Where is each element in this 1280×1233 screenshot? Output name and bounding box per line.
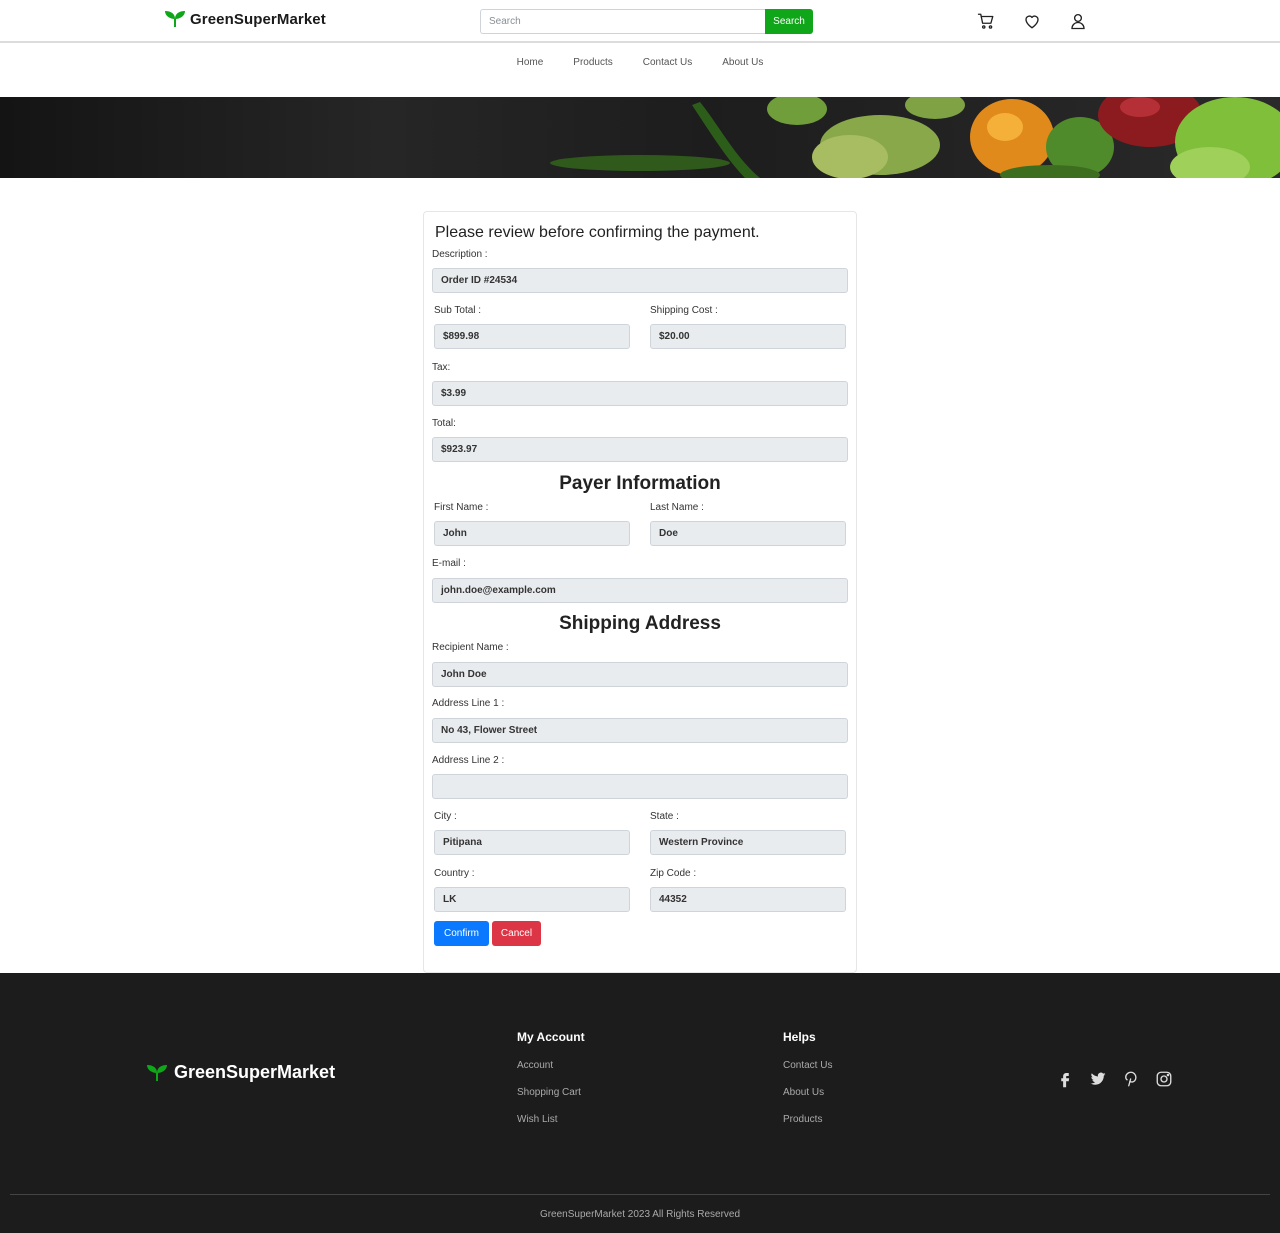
nav-home[interactable]: Home: [502, 57, 559, 68]
first-name-field[interactable]: John: [434, 521, 630, 546]
my-account-heading: My Account: [517, 1030, 585, 1044]
address-line-1-label: Address Line 1 :: [432, 698, 505, 709]
helps-heading: Helps: [783, 1030, 816, 1044]
footer-brand-name: GreenSuperMarket: [174, 1062, 336, 1082]
copyright-text: GreenSuperMarket 2023 All Rights Reserve…: [539, 1209, 741, 1220]
tax-field[interactable]: $3.99: [432, 381, 848, 406]
address-line-2-label: Address Line 2 :: [432, 755, 505, 766]
cart-icon[interactable]: [977, 12, 995, 30]
subtotal-label: Sub Total :: [434, 305, 482, 316]
top-header: GreenSuperMarket Search: [0, 0, 1280, 43]
social-links: [1056, 1070, 1173, 1088]
total-label: Total:: [432, 418, 456, 429]
search-button[interactable]: Search: [765, 9, 813, 34]
brand-name: GreenSuperMarket: [190, 10, 326, 28]
leaf-logo-icon: [165, 11, 185, 27]
search-input[interactable]: [480, 9, 765, 34]
facebook-icon[interactable]: [1056, 1070, 1074, 1088]
email-field[interactable]: john.doe@example.com: [432, 578, 848, 603]
state-label: State :: [650, 811, 679, 822]
footer-link-about-us[interactable]: About Us: [783, 1087, 832, 1098]
footer-brand[interactable]: GreenSuperMarket: [146, 1062, 335, 1083]
vegetables-banner-image: [550, 97, 1280, 178]
leaf-logo-icon: [147, 1064, 167, 1081]
city-label: City :: [434, 811, 457, 822]
description-label: Description :: [432, 249, 488, 260]
recipient-name-label: Recipient Name :: [432, 642, 509, 653]
confirm-button[interactable]: Confirm: [434, 921, 489, 946]
first-name-label: First Name :: [434, 502, 489, 513]
review-title: Please review before confirming the paym…: [435, 224, 760, 241]
tax-label: Tax:: [432, 362, 451, 373]
main-nav: Home Products Contact Us About Us: [0, 57, 1280, 68]
shipping-address-title: Shipping Address: [559, 613, 721, 634]
city-field[interactable]: Pitipana: [434, 830, 630, 855]
footer-link-contact-us[interactable]: Contact Us: [783, 1060, 832, 1071]
header-icons: [977, 12, 1087, 30]
recipient-name-field[interactable]: John Doe: [432, 662, 848, 687]
search-bar: Search: [480, 9, 813, 34]
footer-link-account[interactable]: Account: [517, 1060, 585, 1071]
description-field[interactable]: Order ID #24534: [432, 268, 848, 293]
last-name-label: Last Name :: [650, 502, 704, 513]
nav-contact-us[interactable]: Contact Us: [628, 57, 707, 68]
zip-code-field[interactable]: 44352: [650, 887, 846, 912]
site-footer: GreenSuperMarket My Account Account Shop…: [0, 973, 1280, 1233]
state-field[interactable]: Western Province: [650, 830, 846, 855]
footer-link-products[interactable]: Products: [783, 1114, 832, 1125]
nav-about-us[interactable]: About Us: [707, 57, 778, 68]
instagram-icon[interactable]: [1155, 1070, 1173, 1088]
total-field[interactable]: $923.97: [432, 437, 848, 462]
country-label: Country :: [434, 868, 475, 879]
footer-helps: Helps Contact Us About Us Products: [783, 1030, 832, 1141]
country-field[interactable]: LK: [434, 887, 630, 912]
pinterest-icon[interactable]: [1122, 1070, 1140, 1088]
brand-logo[interactable]: GreenSuperMarket: [164, 10, 326, 28]
footer-my-account: My Account Account Shopping Cart Wish Li…: [517, 1030, 585, 1141]
last-name-field[interactable]: Doe: [650, 521, 846, 546]
footer-link-wish-list[interactable]: Wish List: [517, 1114, 585, 1125]
email-label: E-mail :: [432, 558, 466, 569]
cancel-button[interactable]: Cancel: [492, 921, 541, 946]
zip-code-label: Zip Code :: [650, 868, 697, 879]
footer-divider: [10, 1194, 1270, 1195]
shipping-cost-label: Shipping Cost :: [650, 305, 718, 316]
address-line-2-field[interactable]: [432, 774, 848, 799]
user-icon[interactable]: [1069, 12, 1087, 30]
payer-information-title: Payer Information: [559, 473, 721, 494]
footer-link-shopping-cart[interactable]: Shopping Cart: [517, 1087, 585, 1098]
nav-products[interactable]: Products: [558, 57, 627, 68]
twitter-icon[interactable]: [1089, 1070, 1107, 1088]
heart-icon[interactable]: [1023, 12, 1041, 30]
address-line-1-field[interactable]: No 43, Flower Street: [432, 718, 848, 743]
shipping-cost-field[interactable]: $20.00: [650, 324, 846, 349]
payment-review-card: Please review before confirming the paym…: [423, 211, 857, 973]
hero-banner: [0, 97, 1280, 178]
subtotal-field[interactable]: $899.98: [434, 324, 630, 349]
